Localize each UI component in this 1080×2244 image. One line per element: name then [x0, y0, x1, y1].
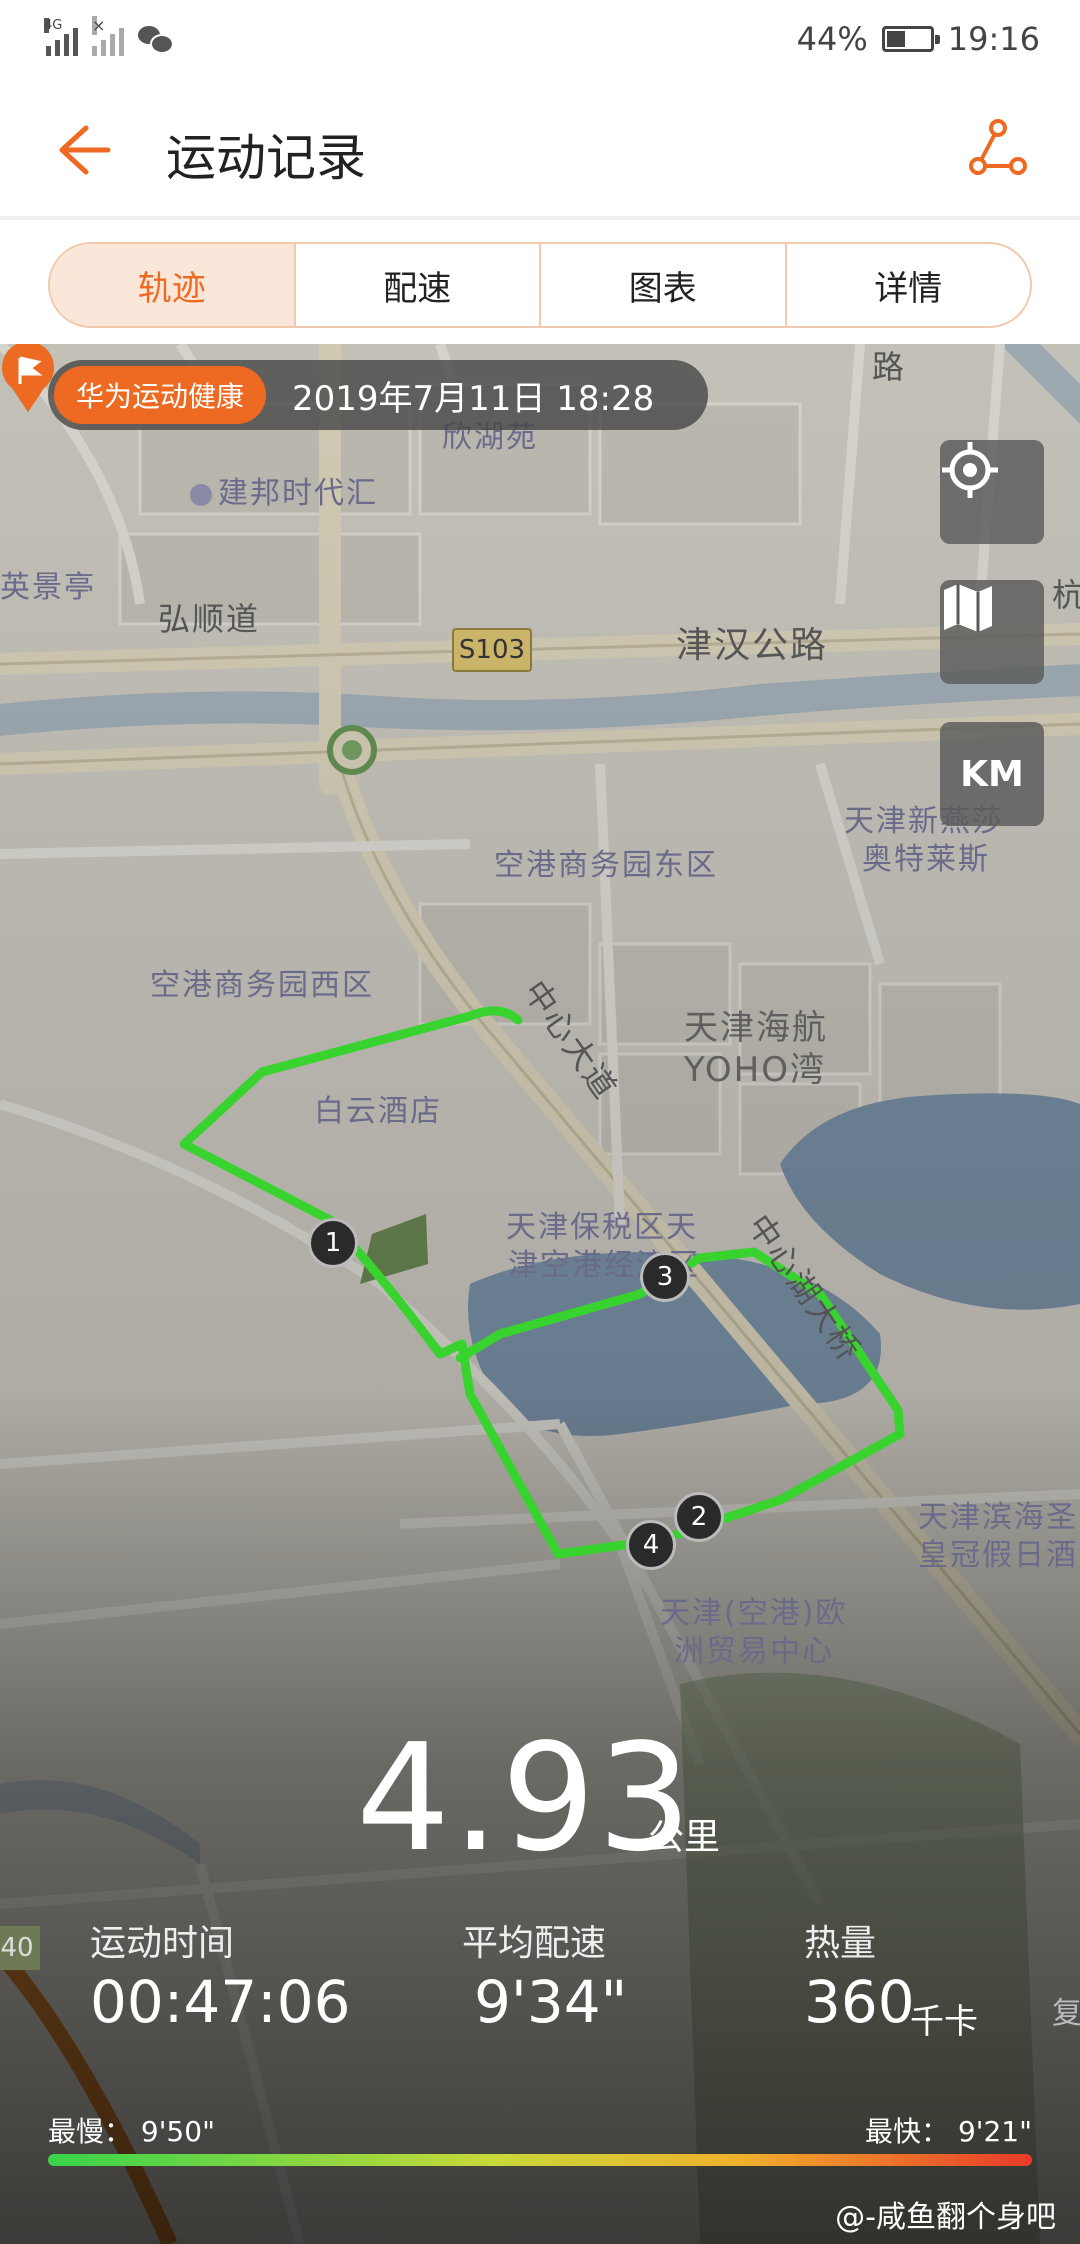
- finish-flag-marker: [2, 344, 54, 412]
- pace-gradient-bar: [48, 2154, 1032, 2166]
- locate-button[interactable]: [940, 440, 1044, 544]
- signal-off-icon: ×: [92, 16, 124, 56]
- route-map[interactable]: 路 欣湖苑 建邦时代汇 英景亭 弘顺道 津汉公路 杭 S103 空港商务园东区 …: [0, 344, 1080, 2244]
- building-icon: [190, 483, 212, 506]
- highway-badge: 40: [0, 1926, 40, 1970]
- arrow-left-icon[interactable]: [52, 120, 112, 180]
- map-label: 路: [872, 348, 907, 386]
- fastest-label: 最快：: [865, 2115, 950, 2148]
- view-tabs: 轨迹 配速 图表 详情: [48, 242, 1032, 328]
- slowest-pace: 最慢： 9'50": [48, 2110, 215, 2150]
- map-label: 弘顺道: [158, 600, 261, 638]
- unit-toggle-button[interactable]: KM: [940, 722, 1044, 826]
- slowest-value: 9'50": [140, 2115, 215, 2148]
- map-label: 复: [1052, 1996, 1080, 2031]
- map-poi: 建邦时代汇: [190, 468, 378, 512]
- battery-icon: [881, 26, 940, 52]
- tab-chart[interactable]: 图表: [541, 244, 787, 326]
- highway-badge: S103: [452, 628, 532, 672]
- map-label: 皇冠假日酒: [918, 1538, 1078, 1573]
- distance-value: 4.93: [356, 1712, 694, 1884]
- app-header: 运动记录: [0, 84, 1080, 220]
- record-datetime: 2019年7月11日 18:28: [292, 378, 655, 419]
- brand-badge: 华为运动健康: [54, 366, 267, 424]
- page-title: 运动记录: [166, 129, 366, 187]
- map-layer-button[interactable]: [940, 580, 1044, 684]
- lap-marker[interactable]: 2: [674, 1492, 724, 1542]
- signal-icon: 4G: [44, 18, 78, 56]
- map-label: 空港商务园东区: [494, 848, 718, 883]
- share-icon[interactable]: [966, 116, 1030, 180]
- duration-label: 运动时间: [90, 1923, 235, 1964]
- battery-percent: 44%: [796, 20, 868, 58]
- tab-pace[interactable]: 配速: [296, 244, 541, 326]
- map-label: 洲贸易中心: [674, 1634, 834, 1669]
- status-bar: 4G × 44% 19:16: [0, 0, 1080, 84]
- map-label: 空港商务园西区: [150, 968, 374, 1003]
- network-type: 4G: [44, 18, 63, 33]
- map-label: 白云酒店: [314, 1094, 442, 1129]
- lap-marker[interactable]: 3: [640, 1252, 690, 1302]
- crosshair-icon: [942, 442, 998, 498]
- map-label: 杭: [1052, 576, 1080, 614]
- map-label: 奥特莱斯: [862, 842, 990, 877]
- slowest-label: 最慢：: [48, 2115, 133, 2148]
- avg-pace-label: 平均配速: [462, 1923, 607, 1964]
- avg-pace-value: 9'34": [474, 1968, 628, 2036]
- fastest-value: 9'21": [957, 2115, 1032, 2148]
- map-icon: [944, 584, 992, 632]
- tab-details[interactable]: 详情: [787, 244, 1031, 326]
- fastest-pace: 最快： 9'21": [865, 2110, 1032, 2150]
- map-label: YOHO湾: [684, 1050, 826, 1090]
- wechat-icon: [138, 24, 174, 54]
- watermark: @-咸鱼翻个身吧: [835, 2200, 1056, 2235]
- clock: 19:16: [947, 20, 1040, 58]
- map-label: 津汉公路: [676, 625, 829, 666]
- map-label: 建邦时代汇: [218, 476, 378, 511]
- calories-label: 热量: [804, 1923, 877, 1964]
- map-label: 英景亭: [0, 570, 96, 605]
- screen: 4G × 44% 19:16 运动记录 轨迹 配速 图表 详情 路 欣湖苑 建邦…: [0, 0, 1080, 2244]
- calories-value: 360: [804, 1968, 915, 2036]
- tab-track[interactable]: 轨迹: [50, 244, 296, 326]
- duration-value: 00:47:06: [90, 1968, 351, 2036]
- lap-marker[interactable]: 4: [626, 1520, 676, 1570]
- calories-unit: 千卡: [910, 2002, 978, 2042]
- lap-marker[interactable]: 1: [308, 1218, 358, 1268]
- record-info-pill: 华为运动健康 2019年7月11日 18:28: [48, 360, 708, 430]
- distance-unit: 公里: [648, 1817, 721, 1858]
